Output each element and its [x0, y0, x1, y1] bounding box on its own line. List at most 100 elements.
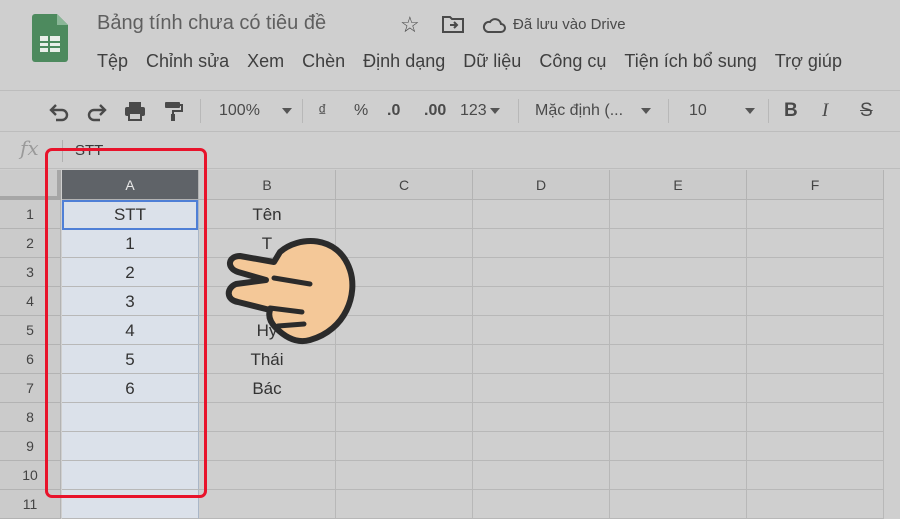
strikethrough-button[interactable]: S: [860, 99, 873, 123]
cell-b5[interactable]: Hy: [199, 316, 336, 345]
formula-input[interactable]: STT: [75, 142, 103, 159]
cell-e6[interactable]: [610, 345, 747, 374]
menu-tools[interactable]: Công cụ: [530, 48, 615, 74]
cell-c5[interactable]: [336, 316, 473, 345]
cell-c9[interactable]: [336, 432, 473, 461]
cell-e5[interactable]: [610, 316, 747, 345]
row-header-11[interactable]: 11: [0, 490, 61, 519]
cell-f7[interactable]: [747, 374, 884, 403]
cell-d8[interactable]: [473, 403, 610, 432]
cell-a9[interactable]: [62, 432, 199, 461]
menu-data[interactable]: Dữ liệu: [454, 48, 530, 74]
cell-f1[interactable]: [747, 200, 884, 229]
cell-d6[interactable]: [473, 345, 610, 374]
move-to-folder-icon[interactable]: [442, 15, 464, 33]
zoom-select[interactable]: 100%: [219, 99, 292, 123]
cell-c7[interactable]: [336, 374, 473, 403]
cell-e11[interactable]: [610, 490, 747, 519]
cell-a5[interactable]: 4: [62, 316, 199, 345]
cell-f5[interactable]: [747, 316, 884, 345]
cell-f11[interactable]: [747, 490, 884, 519]
font-size-select[interactable]: 10: [689, 99, 755, 123]
menu-insert[interactable]: Chèn: [293, 48, 354, 74]
cell-c3[interactable]: [336, 258, 473, 287]
cell-c2[interactable]: [336, 229, 473, 258]
cell-e2[interactable]: [610, 229, 747, 258]
cell-d2[interactable]: [473, 229, 610, 258]
cell-e7[interactable]: [610, 374, 747, 403]
cell-c1[interactable]: [336, 200, 473, 229]
star-icon[interactable]: ☆: [400, 12, 420, 38]
cell-a8[interactable]: [62, 403, 199, 432]
cell-d1[interactable]: [473, 200, 610, 229]
cell-c10[interactable]: [336, 461, 473, 490]
cell-f6[interactable]: [747, 345, 884, 374]
cell-c8[interactable]: [336, 403, 473, 432]
cell-b11[interactable]: [199, 490, 336, 519]
cell-f3[interactable]: [747, 258, 884, 287]
row-header-3[interactable]: 3: [0, 258, 61, 287]
cell-a3[interactable]: 2: [62, 258, 199, 287]
percent-format-button[interactable]: %: [354, 99, 368, 123]
cell-d5[interactable]: [473, 316, 610, 345]
currency-format-button[interactable]: ₫: [318, 99, 327, 123]
row-header-10[interactable]: 10: [0, 461, 61, 490]
cell-f4[interactable]: [747, 287, 884, 316]
cell-e3[interactable]: [610, 258, 747, 287]
menu-format[interactable]: Định dạng: [354, 48, 454, 74]
cell-d7[interactable]: [473, 374, 610, 403]
undo-button[interactable]: [47, 99, 71, 123]
column-header-c[interactable]: C: [336, 170, 473, 200]
column-header-b[interactable]: B: [199, 170, 336, 200]
more-formats-select[interactable]: 123: [460, 99, 500, 123]
row-header-8[interactable]: 8: [0, 403, 61, 432]
redo-button[interactable]: [85, 99, 109, 123]
cell-b7[interactable]: Bác: [199, 374, 336, 403]
cell-b6[interactable]: Thái: [199, 345, 336, 374]
cell-b8[interactable]: [199, 403, 336, 432]
bold-button[interactable]: B: [784, 99, 798, 123]
row-header-6[interactable]: 6: [0, 345, 61, 374]
saved-status[interactable]: Đã lưu vào Drive: [513, 16, 626, 33]
row-header-2[interactable]: 2: [0, 229, 61, 258]
row-header-9[interactable]: 9: [0, 432, 61, 461]
menu-view[interactable]: Xem: [238, 48, 293, 74]
cell-a2[interactable]: 1: [62, 229, 199, 258]
cell-b10[interactable]: [199, 461, 336, 490]
cell-e10[interactable]: [610, 461, 747, 490]
cell-e1[interactable]: [610, 200, 747, 229]
column-header-a[interactable]: A: [62, 170, 199, 200]
cell-b3[interactable]: [199, 258, 336, 287]
cell-b4[interactable]: [199, 287, 336, 316]
column-header-f[interactable]: F: [747, 170, 884, 200]
row-header-7[interactable]: 7: [0, 374, 61, 403]
row-header-4[interactable]: 4: [0, 287, 61, 316]
menu-edit[interactable]: Chỉnh sửa: [137, 48, 238, 74]
cell-a4[interactable]: 3: [62, 287, 199, 316]
cell-a1[interactable]: STT: [62, 200, 199, 229]
menu-addons[interactable]: Tiện ích bổ sung: [615, 48, 765, 74]
cell-b2[interactable]: T: [199, 229, 336, 258]
select-all-corner[interactable]: [0, 170, 61, 200]
cell-e9[interactable]: [610, 432, 747, 461]
cell-c11[interactable]: [336, 490, 473, 519]
cell-d4[interactable]: [473, 287, 610, 316]
column-header-e[interactable]: E: [610, 170, 747, 200]
document-title[interactable]: Bảng tính chưa có tiêu đề: [97, 12, 326, 35]
cell-d10[interactable]: [473, 461, 610, 490]
row-header-5[interactable]: 5: [0, 316, 61, 345]
cell-c6[interactable]: [336, 345, 473, 374]
cell-f8[interactable]: [747, 403, 884, 432]
column-header-d[interactable]: D: [473, 170, 610, 200]
cell-f10[interactable]: [747, 461, 884, 490]
paint-format-button[interactable]: [161, 99, 185, 123]
cell-b1[interactable]: Tên: [199, 200, 336, 229]
cell-f2[interactable]: [747, 229, 884, 258]
cell-e4[interactable]: [610, 287, 747, 316]
cloud-saved-icon[interactable]: [482, 16, 506, 34]
increase-decimal-button[interactable]: .00: [424, 99, 446, 123]
decrease-decimal-button[interactable]: .0: [387, 99, 400, 123]
cell-a11[interactable]: [62, 490, 199, 519]
cell-a10[interactable]: [62, 461, 199, 490]
cell-e8[interactable]: [610, 403, 747, 432]
